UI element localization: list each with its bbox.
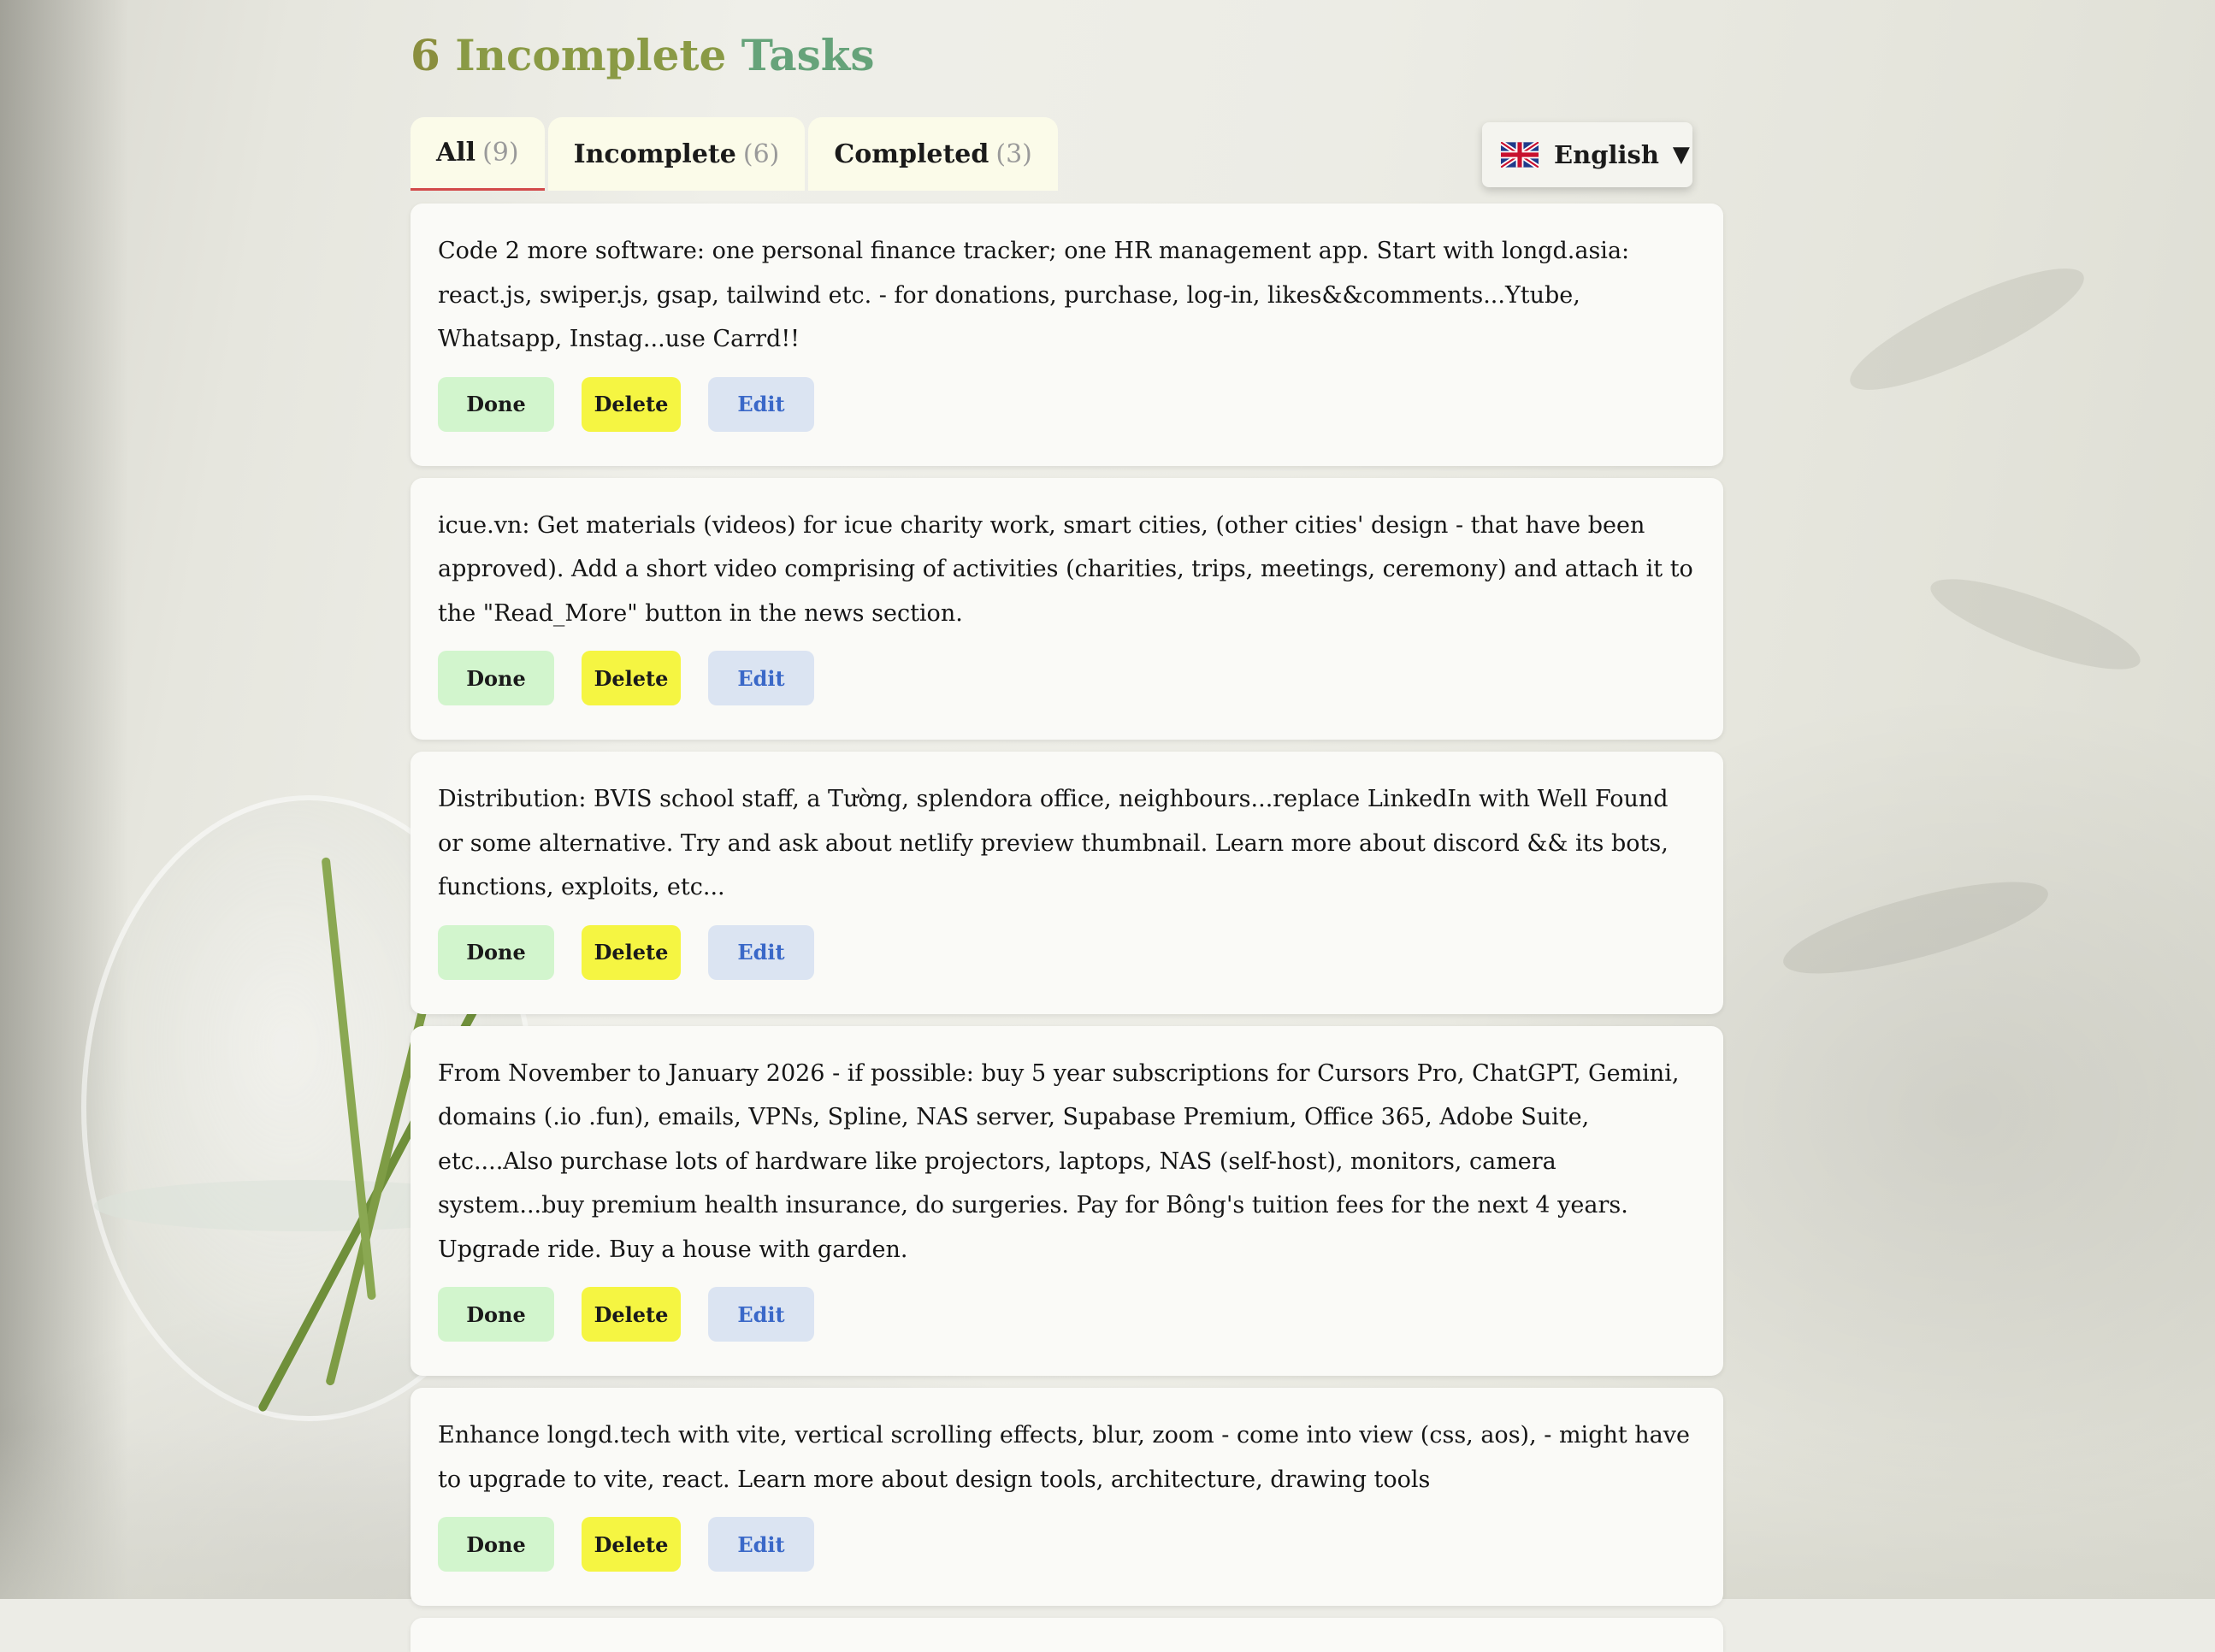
chevron-down-icon: ▼ [1672,142,1690,168]
task-actions: Done Delete Edit [438,376,1696,432]
delete-button[interactable]: Delete [582,376,681,432]
done-button[interactable]: Done [438,924,554,980]
tab-incomplete[interactable]: Incomplete (6) [547,117,806,191]
task-text: Code 2 more software: one personal finan… [438,238,1630,352]
delete-button[interactable]: Delete [582,1287,681,1342]
task-card: Distribution: BVIS school staff, a Tường… [411,752,1723,1014]
task-card: From November to January 2026 - if possi… [411,1025,1723,1376]
incomplete-count: 6 [411,30,440,80]
task-text: Enhance longd.tech with vite, vertical s… [438,1422,1691,1493]
task-actions: Done Delete Edit [438,1517,1696,1572]
task-text: icue.vn: Get materials (videos) for icue… [438,511,1693,627]
task-card-partial [411,1618,1723,1652]
task-actions: Done Delete Edit [438,1287,1696,1342]
task-card: Code 2 more software: one personal finan… [411,204,1723,466]
tab-label: Incomplete [573,139,736,169]
task-actions: Done Delete Edit [438,924,1696,980]
title-word-incomplete: Incomplete [455,30,727,80]
done-button[interactable]: Done [438,1517,554,1572]
tab-label: All [436,138,476,168]
done-button[interactable]: Done [438,651,554,705]
language-selector[interactable]: English ▼ [1482,122,1692,187]
delete-button[interactable]: Delete [582,651,681,705]
uk-flag-icon [1499,139,1540,170]
tab-label: Completed [834,139,989,169]
task-card: icue.vn: Get materials (videos) for icue… [411,477,1723,740]
done-button[interactable]: Done [438,376,554,432]
edit-button[interactable]: Edit [708,1287,814,1342]
delete-button[interactable]: Delete [582,924,681,980]
delete-button[interactable]: Delete [582,1517,681,1572]
background-shadow [0,0,128,1599]
edit-button[interactable]: Edit [708,376,814,432]
task-list: Code 2 more software: one personal finan… [411,204,1723,1652]
edit-button[interactable]: Edit [708,651,814,705]
task-text: From November to January 2026 - if possi… [438,1059,1680,1263]
language-label: English [1554,140,1659,169]
title-word-tasks: Tasks [741,30,875,80]
edit-button[interactable]: Edit [708,924,814,980]
task-card: Enhance longd.tech with vite, vertical s… [411,1388,1723,1606]
tab-count: (3) [995,139,1032,169]
filter-tabs: All (9) Incomplete (6) Completed (3) [411,117,1061,191]
edit-button[interactable]: Edit [708,1517,814,1572]
task-actions: Done Delete Edit [438,651,1696,705]
tab-completed[interactable]: Completed (3) [808,117,1058,191]
page-title: 6 Incomplete Tasks [411,26,875,86]
tab-count: (9) [482,138,519,168]
tab-count: (6) [742,139,780,169]
task-text: Distribution: BVIS school staff, a Tường… [438,786,1669,900]
done-button[interactable]: Done [438,1287,554,1342]
tab-all[interactable]: All (9) [411,117,545,191]
